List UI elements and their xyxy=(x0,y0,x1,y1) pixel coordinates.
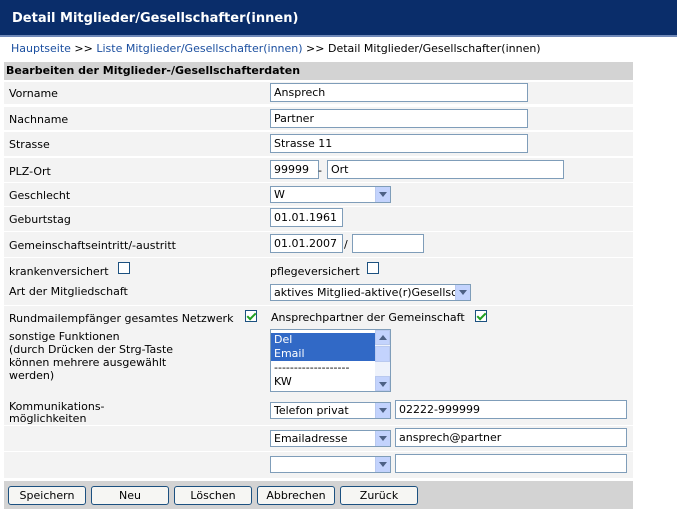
kommunikation-value-input[interactable] xyxy=(395,428,627,447)
kommunikation-type-value: Telefon privat xyxy=(274,404,349,417)
breadcrumb-separator: >> xyxy=(302,42,328,55)
kommunikation-type-select[interactable]: Telefon privat xyxy=(270,402,391,419)
list-item[interactable]: Email xyxy=(271,347,390,361)
vorname-label: Vorname xyxy=(9,87,58,100)
plz-ort-label: PLZ-Ort xyxy=(9,165,51,178)
scroll-down-icon[interactable] xyxy=(375,376,390,391)
rundmail-label: Rundmailempfänger gesamtes Netzwerk xyxy=(9,312,234,325)
new-button[interactable]: Neu xyxy=(91,486,169,505)
funktionen-hint: können mehrere ausgewählt xyxy=(9,356,167,369)
list-item[interactable]: ------------------- xyxy=(271,361,390,375)
form-row-vorname: Vorname xyxy=(4,82,633,104)
eintritt-separator: / xyxy=(344,238,348,251)
list-item[interactable]: KW xyxy=(271,375,390,389)
form-row-rundmail: Rundmailempfänger gesamtes Netzwerk Ansp… xyxy=(4,306,633,326)
plz-input[interactable] xyxy=(270,160,319,179)
funktionen-label: sonstige Funktionen xyxy=(9,330,120,343)
list-item[interactable]: Del xyxy=(271,333,390,347)
chevron-down-icon[interactable] xyxy=(375,431,390,446)
austritt-input[interactable] xyxy=(352,234,424,253)
kranken-label: krankenversichert xyxy=(9,265,109,278)
form-row-versicherung: krankenversichert pflegeversichert xyxy=(4,258,633,281)
funktionen-hint: werden) xyxy=(9,369,55,382)
kommunikation-type-select[interactable]: Emailadresse xyxy=(270,430,391,447)
mitgliedschaft-selected-value: aktives Mitglied-aktive(r)Gesellsc xyxy=(274,286,458,299)
chevron-down-icon[interactable] xyxy=(375,187,390,202)
scroll-up-icon[interactable] xyxy=(375,330,390,345)
form-row-kommunikation: Emailadresse xyxy=(4,426,633,451)
save-button[interactable]: Speichern xyxy=(8,486,86,505)
geburtstag-input[interactable] xyxy=(270,208,343,227)
form-row-nachname: Nachname xyxy=(4,107,633,130)
kommunikation-type-select[interactable] xyxy=(270,456,391,473)
form-row-kommunikation xyxy=(4,452,633,478)
form-row-mitgliedschaft: Art der Mitgliedschaft aktives Mitglied-… xyxy=(4,281,633,305)
rundmail-checkbox[interactable] xyxy=(245,310,257,322)
geschlecht-selected-value: W xyxy=(274,188,285,201)
geburtstag-label: Geburtstag xyxy=(9,213,71,226)
listbox-scrollbar[interactable] xyxy=(375,330,390,391)
chevron-down-icon[interactable] xyxy=(375,403,390,418)
geschlecht-label: Geschlecht xyxy=(9,189,71,202)
eintritt-input[interactable] xyxy=(270,234,343,253)
ansprechpartner-label: Ansprechpartner der Gemeinschaft xyxy=(271,311,465,324)
kommunikation-value-input[interactable] xyxy=(395,400,627,419)
breadcrumb-separator: >> xyxy=(70,42,97,55)
ort-input[interactable] xyxy=(327,160,564,179)
mitgliedschaft-select[interactable]: aktives Mitglied-aktive(r)Gesellsc xyxy=(270,284,471,301)
chevron-down-icon[interactable] xyxy=(455,285,470,300)
nachname-input[interactable] xyxy=(270,109,528,128)
button-bar: Speichern Neu Löschen Abbrechen Zurück xyxy=(4,481,633,509)
geschlecht-select[interactable]: W xyxy=(270,186,391,203)
nachname-label: Nachname xyxy=(9,113,69,126)
scroll-thumb[interactable] xyxy=(375,346,390,362)
kommunikation-type-value: Emailadresse xyxy=(274,432,348,445)
page-title: Detail Mitglieder/Gesellschafter(innen) xyxy=(12,11,299,26)
kranken-checkbox[interactable] xyxy=(118,262,130,274)
section-title: Bearbeiten der Mitglieder-/Gesellschafte… xyxy=(6,64,301,77)
strasse-label: Strasse xyxy=(9,138,50,151)
kommunikation-label: möglichkeiten xyxy=(9,412,87,425)
breadcrumb-current: Detail Mitglieder/Gesellschafter(innen) xyxy=(328,42,541,55)
eintritt-label: Gemeinschaftseintritt/-austritt xyxy=(9,239,176,252)
vorname-input[interactable] xyxy=(270,83,528,102)
pflege-checkbox[interactable] xyxy=(367,262,379,274)
ansprechpartner-checkbox[interactable] xyxy=(475,310,487,322)
chevron-down-icon[interactable] xyxy=(375,457,390,472)
breadcrumb: Hauptseite >> Liste Mitglieder/Gesellsch… xyxy=(11,42,541,55)
page-header: Detail Mitglieder/Gesellschafter(innen) xyxy=(0,0,677,37)
section-header: Bearbeiten der Mitglieder-/Gesellschafte… xyxy=(4,62,633,80)
plz-ort-separator: - xyxy=(318,164,322,177)
pflege-label: pflegeversichert xyxy=(270,265,360,278)
mitgliedschaft-label: Art der Mitgliedschaft xyxy=(9,285,128,298)
breadcrumb-list-link[interactable]: Liste Mitglieder/Gesellschafter(innen) xyxy=(96,42,302,55)
funktionen-listbox[interactable]: Del Email ------------------- KW xyxy=(270,329,391,392)
form-row-plz-ort: PLZ-Ort - xyxy=(4,158,633,182)
kommunikation-value-input[interactable] xyxy=(395,454,627,473)
form-row-geburtstag: Geburtstag xyxy=(4,207,633,231)
cancel-button[interactable]: Abbrechen xyxy=(257,486,335,505)
delete-button[interactable]: Löschen xyxy=(174,486,252,505)
funktionen-hint: (durch Drücken der Strg-Taste xyxy=(9,343,174,356)
form-row-kommunikation: Kommunikations- möglichkeiten Telefon pr… xyxy=(4,397,633,425)
form-row-eintritt: Gemeinschaftseintritt/-austritt / xyxy=(4,232,633,257)
strasse-input[interactable] xyxy=(270,134,528,153)
back-button[interactable]: Zurück xyxy=(340,486,418,505)
breadcrumb-home-link[interactable]: Hauptseite xyxy=(11,42,71,55)
form-row-geschlecht: Geschlecht W xyxy=(4,183,633,206)
form-row-strasse: Strasse xyxy=(4,132,633,156)
